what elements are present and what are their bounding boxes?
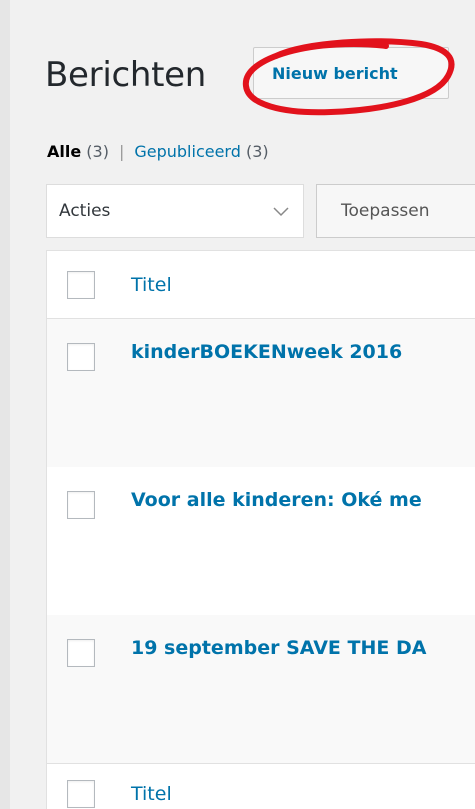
apply-button-label: Toepassen [341,201,430,221]
posts-table: Titel kinderBOEKENweek 2016 Voor alle ki… [46,250,475,809]
table-row: kinderBOEKENweek 2016 [47,319,475,467]
post-title-link[interactable]: 19 september SAVE THE DA [131,637,426,659]
select-all-footer-checkbox[interactable] [67,779,95,808]
filter-published-label: Gepubliceerd [134,142,241,161]
page-title: Berichten [45,55,207,95]
post-title-link[interactable]: Voor alle kinderen: Oké me [131,489,422,511]
row-checkbox[interactable] [67,491,95,519]
new-post-button[interactable]: Nieuw bericht [253,47,449,99]
filter-all-label: Alle [47,142,82,161]
filter-published-count: (3) [245,142,269,161]
post-title-link[interactable]: kinderBOEKENweek 2016 [131,341,402,363]
filter-all[interactable]: Alle (3) [47,142,109,161]
left-edge [0,0,10,809]
table-footer-row: Titel [47,763,475,809]
bulk-actions-select[interactable]: Acties [46,184,304,238]
row-checkbox[interactable] [67,343,95,371]
page-header: Berichten [45,50,206,100]
row-checkbox[interactable] [67,639,95,667]
new-post-button-label: Nieuw bericht [272,63,398,83]
table-row: Voor alle kinderen: Oké me [47,467,475,615]
table-header-row: Titel [47,251,475,319]
column-title-footer[interactable]: Titel [131,783,172,805]
filter-published[interactable]: Gepubliceerd (3) [134,142,268,161]
apply-button[interactable]: Toepassen [316,184,475,238]
filter-separator: | [118,142,125,161]
bulk-actions-value: Acties [59,201,111,221]
select-all-checkbox[interactable] [67,270,95,299]
filter-all-count: (3) [86,142,109,161]
chevron-down-icon [273,202,289,221]
status-filter: Alle (3) | Gepubliceerd (3) [47,142,269,161]
table-row: 19 september SAVE THE DA [47,615,475,763]
column-title-header[interactable]: Titel [131,274,172,296]
